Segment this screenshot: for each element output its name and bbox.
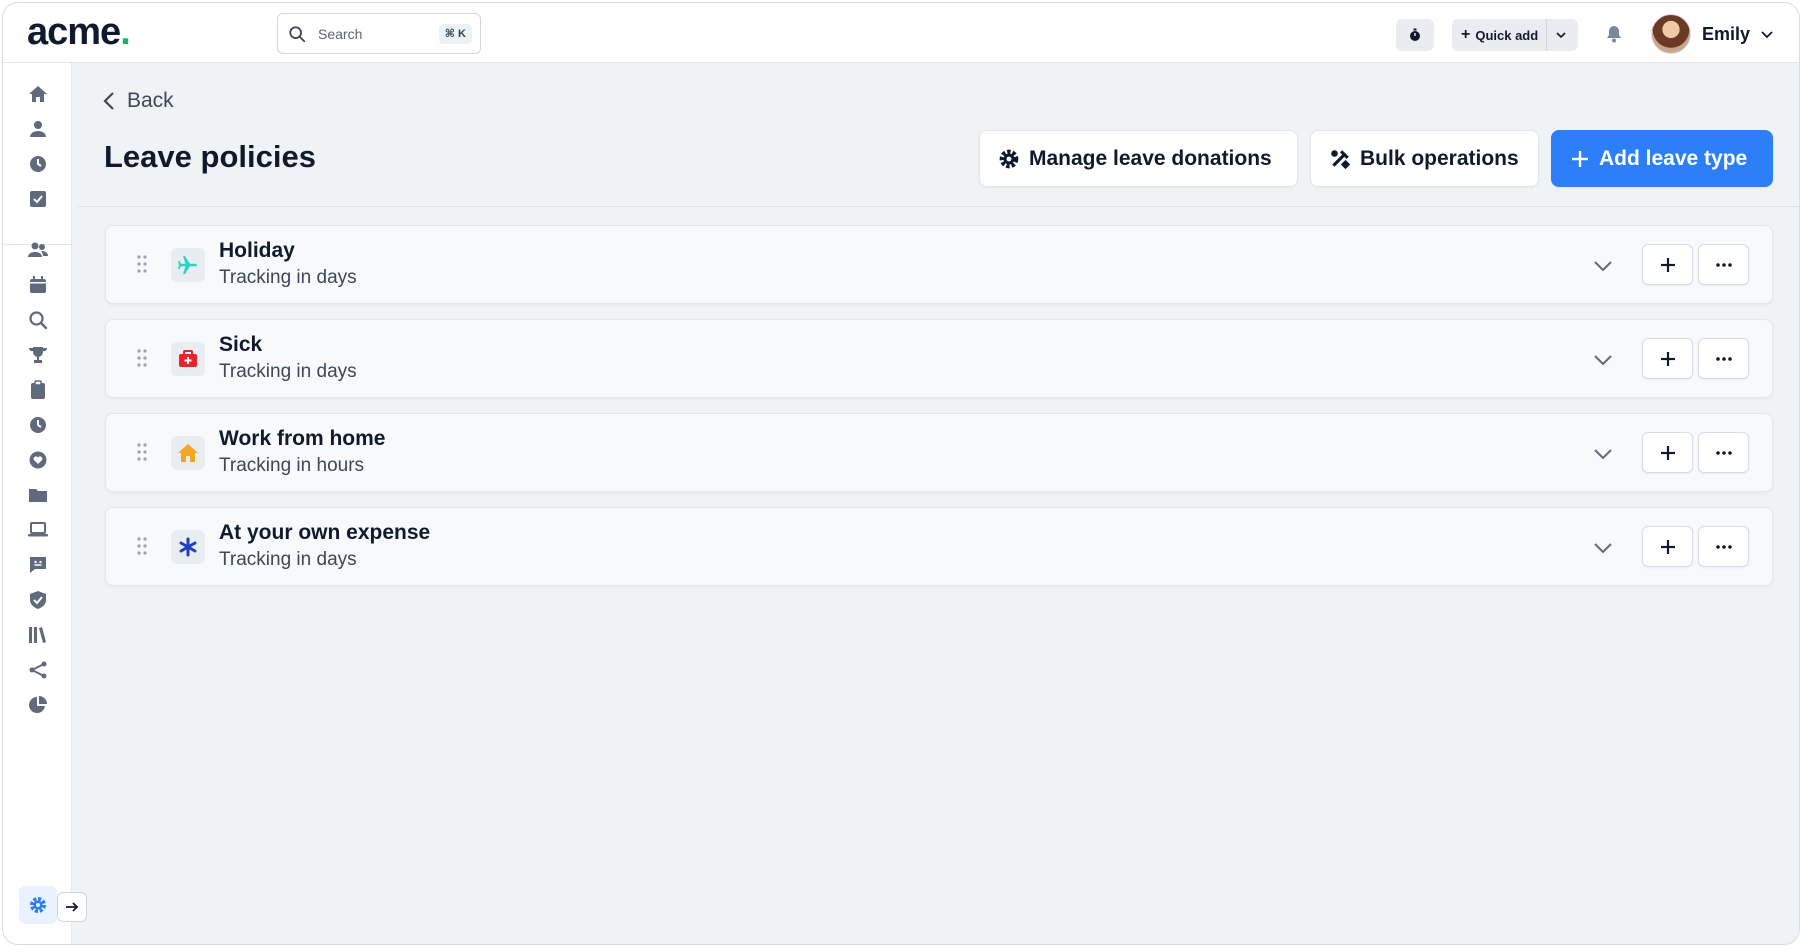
plus-icon: + [1461,26,1471,43]
ellipsis-icon [1715,356,1732,361]
more-options-button[interactable] [1698,338,1749,379]
policy-name: At your own expense [219,521,431,544]
policy-card-sick[interactable]: Sick Tracking in days [105,319,1773,398]
top-bar: acme. Search ⌘ K + Quick add Emily [3,3,1799,63]
chevron-down-icon[interactable] [1592,349,1614,371]
back-label: Back [127,89,174,112]
ellipsis-icon [1715,544,1732,549]
chevron-down-icon[interactable] [1592,443,1614,465]
search-box[interactable]: Search ⌘ K [277,13,481,54]
more-options-button[interactable] [1698,432,1749,473]
add-policy-button[interactable] [1642,338,1693,379]
ellipsis-icon [1715,450,1732,455]
clock-icon[interactable] [27,153,49,175]
policy-name: Work from home [219,427,386,450]
checkbox-icon[interactable] [27,188,49,210]
app-window: acme. Search ⌘ K + Quick add Emily Back … [2,2,1800,945]
more-options-button[interactable] [1698,526,1749,567]
chevron-down-icon[interactable] [1592,537,1614,559]
manage-leave-donations-label: Manage leave donations [1029,146,1272,170]
policy-name: Sick [219,333,263,356]
policy-tracking: Tracking in days [219,549,357,570]
bulk-operations-label: Bulk operations [1360,146,1519,170]
policy-name: Holiday [219,239,295,262]
quick-add-label: Quick add [1475,27,1539,43]
chevron-down-icon[interactable] [1759,27,1775,43]
share-icon[interactable] [27,659,49,681]
search-placeholder: Search [318,26,363,42]
search-icon[interactable] [27,309,49,331]
search-icon [289,26,306,43]
people-icon[interactable] [27,239,49,261]
plus-icon [1660,351,1675,366]
page-title: Leave policies [104,139,316,174]
library-icon[interactable] [27,624,49,646]
chevron-left-icon [103,92,114,110]
arrow-right-icon [66,902,79,912]
back-link[interactable]: Back [103,89,174,113]
tools-icon [1331,149,1351,169]
policy-card-work-from-home[interactable]: Work from home Tracking in hours [105,413,1773,492]
add-policy-button[interactable] [1642,526,1693,567]
drag-handle-icon[interactable] [137,536,147,556]
timer-button[interactable] [1396,19,1434,51]
person-icon[interactable] [27,118,49,140]
drag-handle-icon[interactable] [137,442,147,462]
sidebar [3,63,87,944]
folder-icon[interactable] [27,484,49,506]
clipboard-icon[interactable] [27,379,49,401]
asterisk-icon [171,530,205,564]
logo[interactable]: acme. [27,11,131,54]
add-policy-button[interactable] [1642,432,1693,473]
drag-handle-icon[interactable] [137,254,147,274]
plus-icon [1660,539,1675,554]
policy-tracking: Tracking in days [219,361,357,382]
add-policy-button[interactable] [1642,244,1693,285]
search-shortcut: ⌘ K [438,24,472,44]
gear-icon [30,897,46,913]
first-aid-icon [171,342,205,376]
home-icon[interactable] [27,83,49,105]
more-options-button[interactable] [1698,244,1749,285]
house-icon [171,436,205,470]
add-leave-type-label: Add leave type [1599,146,1748,170]
plus-icon [1660,257,1675,272]
chevron-down-icon[interactable] [1592,255,1614,277]
manage-leave-donations-button[interactable]: Manage leave donations [979,130,1298,187]
shield-icon[interactable] [27,589,49,611]
airplane-icon [171,248,205,282]
plus-icon [1660,445,1675,460]
stopwatch-icon [1410,28,1420,41]
heart-icon[interactable] [27,449,49,471]
pie-chart-icon[interactable] [27,694,49,716]
settings-button[interactable] [19,886,57,924]
policy-tracking: Tracking in hours [219,455,365,476]
bell-icon[interactable] [1604,24,1624,44]
calendar-icon[interactable] [27,274,49,296]
laptop-icon[interactable] [27,519,49,541]
policy-card-at-your-own-expense[interactable]: At your own expense Tracking in days [105,507,1773,586]
plus-icon [1572,150,1588,167]
drag-handle-icon[interactable] [137,348,147,368]
policy-card-holiday[interactable]: Holiday Tracking in days [105,225,1773,304]
ellipsis-icon [1715,262,1732,267]
main-divider [78,206,1799,207]
gear-icon [999,149,1019,168]
policy-tracking: Tracking in days [219,267,357,288]
trophy-icon[interactable] [27,344,49,366]
chevron-down-icon [1556,32,1566,39]
user-name[interactable]: Emily [1702,24,1750,45]
avatar[interactable] [1651,14,1691,54]
quick-add-main[interactable]: + Quick add [1452,19,1546,51]
bulk-operations-button[interactable]: Bulk operations [1310,130,1539,187]
expand-sidebar-button[interactable] [57,892,87,922]
time-icon[interactable] [27,414,49,436]
quick-add-button[interactable]: + Quick add [1452,19,1578,51]
add-leave-type-button[interactable]: Add leave type [1551,130,1773,187]
quick-add-dropdown[interactable] [1546,19,1574,51]
feedback-icon[interactable] [27,554,49,576]
